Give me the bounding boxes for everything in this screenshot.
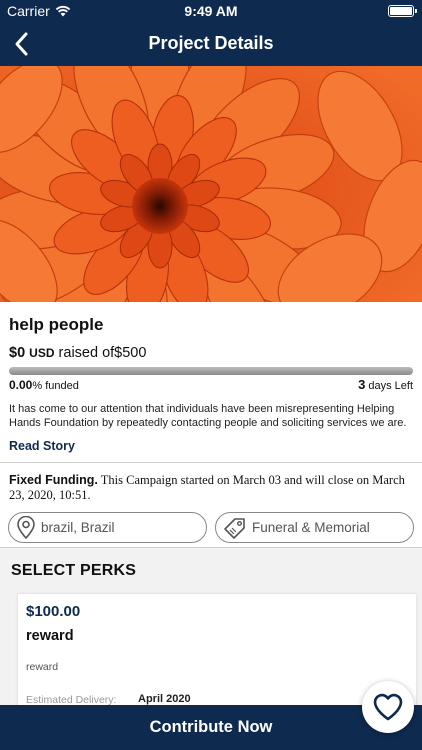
funded-percent-value: 0.00 <box>9 378 33 392</box>
perk-delivery-value: April 2020 <box>138 693 191 705</box>
perk-price: $100.00 <box>26 603 81 620</box>
page-title: Project Details <box>148 33 274 53</box>
funding-progress-bar <box>9 367 413 375</box>
location-label: brazil, Brazil <box>41 520 115 535</box>
nav-bar: Project Details <box>0 22 422 66</box>
flower-image <box>0 66 422 302</box>
favorite-button[interactable] <box>362 681 414 733</box>
location-tag[interactable]: brazil, Brazil <box>8 512 207 543</box>
status-time: 9:49 AM <box>184 3 238 19</box>
project-description: It has come to our attention that indivi… <box>9 403 407 429</box>
perks-heading: SELECT PERKS <box>11 562 137 579</box>
days-left-value: 3 <box>358 377 366 392</box>
funded-percent: 0.00% funded <box>9 378 79 392</box>
perk-name: reward <box>26 628 74 644</box>
days-left-label: days Left <box>368 380 413 392</box>
funded-percent-label: % funded <box>32 380 79 392</box>
goal-amount: $500 <box>114 345 147 361</box>
perk-description: reward <box>26 661 59 673</box>
read-story-link[interactable]: Read Story <box>9 439 75 453</box>
raised-summary: $0 USD raised of$500 <box>9 345 146 361</box>
heart-icon <box>373 693 403 721</box>
raised-currency: USD <box>29 346 55 360</box>
category-tag[interactable]: Funeral & Memorial <box>215 512 414 543</box>
contribute-now-button[interactable]: Contribute Now <box>0 705 422 750</box>
divider <box>0 462 422 463</box>
project-image <box>0 66 422 302</box>
funding-info: Fixed Funding. This Campaign started on … <box>9 473 417 503</box>
battery-icon <box>388 5 417 17</box>
days-left: 3 days Left <box>358 377 413 392</box>
tag-icon <box>224 517 245 539</box>
status-bar: Carrier 9:49 AM <box>0 0 422 22</box>
raised-text: raised of <box>58 345 115 361</box>
category-label: Funeral & Memorial <box>252 520 370 535</box>
funding-type-label: Fixed Funding. <box>9 473 98 487</box>
map-pin-icon <box>17 515 35 539</box>
perk-card[interactable]: $100.00 reward reward Estimated Delivery… <box>18 594 416 714</box>
project-title: help people <box>9 315 104 334</box>
raised-amount: $0 <box>9 345 26 361</box>
